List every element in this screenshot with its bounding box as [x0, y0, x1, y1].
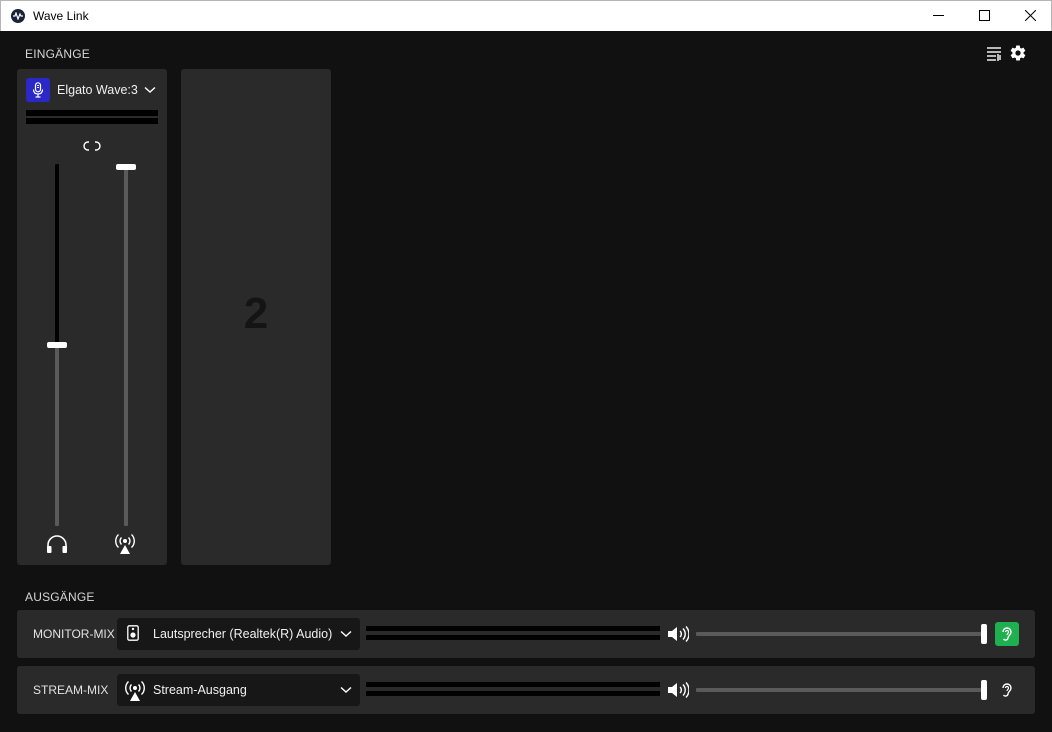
- empty-slot-number: 2: [243, 289, 269, 338]
- ear-icon: [1002, 683, 1012, 697]
- close-icon: [1025, 10, 1036, 21]
- volume-icon[interactable]: [667, 625, 689, 643]
- monitor-volume-slider[interactable]: [696, 632, 987, 636]
- stream-output-device-name: Stream-Ausgang: [153, 683, 247, 697]
- app-logo-icon: [11, 9, 25, 23]
- input-channel-name[interactable]: Elgato Wave:3: [57, 83, 138, 97]
- maximize-button[interactable]: [961, 1, 1007, 31]
- minimize-button[interactable]: [915, 1, 961, 31]
- inputs-section-label: EINGÄNGE: [25, 47, 90, 61]
- outputs-section-label: AUSGÄNGE: [25, 590, 95, 604]
- monitor-mix-label: MONITOR-MIX: [33, 627, 115, 641]
- broadcast-icon[interactable]: [114, 531, 136, 555]
- wave-link-window: Wave Link EINGÄNGE Elgato Wave:3 2 AUSGÄ…: [0, 0, 1052, 732]
- stream-mix-label: STREAM-MIX: [33, 683, 109, 697]
- monitor-slider-thumb[interactable]: [47, 342, 67, 348]
- stream-slider-track[interactable]: [124, 164, 128, 526]
- settings-button[interactable]: [1009, 44, 1027, 67]
- empty-input-slot[interactable]: 2: [181, 69, 331, 565]
- stream-mix-row: STREAM-MIX Stream-Ausgang: [17, 666, 1035, 714]
- monitor-mix-row: MONITOR-MIX Lautsprecher (Realtek(R) Aud…: [17, 610, 1035, 658]
- channel-source-button[interactable]: [26, 78, 50, 102]
- gear-icon: [1010, 45, 1026, 61]
- close-button[interactable]: [1007, 1, 1052, 31]
- input-channel-card: Elgato Wave:3: [17, 69, 167, 565]
- speaker-icon: [127, 625, 139, 641]
- monitor-output-device-dropdown[interactable]: Lautsprecher (Realtek(R) Audio): [117, 618, 360, 650]
- input-level-meter-right: [26, 118, 158, 124]
- volume-icon[interactable]: [667, 681, 689, 699]
- stream-listen-toggle[interactable]: [995, 678, 1019, 702]
- minimize-icon: [933, 15, 944, 16]
- stream-volume-slider[interactable]: [696, 688, 987, 692]
- maximize-icon: [979, 10, 990, 21]
- monitor-slider-range: [55, 164, 59, 345]
- headphones-icon[interactable]: [46, 534, 68, 554]
- monitor-output-device-name: Lautsprecher (Realtek(R) Audio): [153, 627, 333, 641]
- window-title: Wave Link: [33, 9, 89, 23]
- stream-slider-thumb[interactable]: [116, 164, 136, 170]
- chevron-down-icon: [340, 630, 352, 637]
- chevron-down-icon: [340, 686, 352, 693]
- microphone-icon: [32, 82, 44, 98]
- stream-level-meter-left: [366, 682, 660, 687]
- stream-output-device-dropdown[interactable]: Stream-Ausgang: [117, 674, 360, 706]
- input-level-meter-left: [26, 110, 158, 116]
- monitor-listen-toggle[interactable]: [995, 622, 1019, 646]
- monitor-level-meter-left: [366, 626, 660, 631]
- link-icon[interactable]: [83, 140, 101, 152]
- mixer-settings-button[interactable]: [986, 46, 1002, 66]
- title-bar: Wave Link: [0, 0, 1052, 31]
- monitor-level-meter-right: [366, 635, 660, 640]
- mixer-settings-icon: [987, 47, 1001, 61]
- broadcast-icon: [125, 680, 145, 701]
- chevron-down-icon[interactable]: [144, 86, 156, 94]
- stream-volume-thumb[interactable]: [981, 680, 987, 700]
- ear-icon: [1002, 627, 1012, 641]
- monitor-volume-thumb[interactable]: [981, 624, 987, 644]
- stream-level-meter-right: [366, 691, 660, 696]
